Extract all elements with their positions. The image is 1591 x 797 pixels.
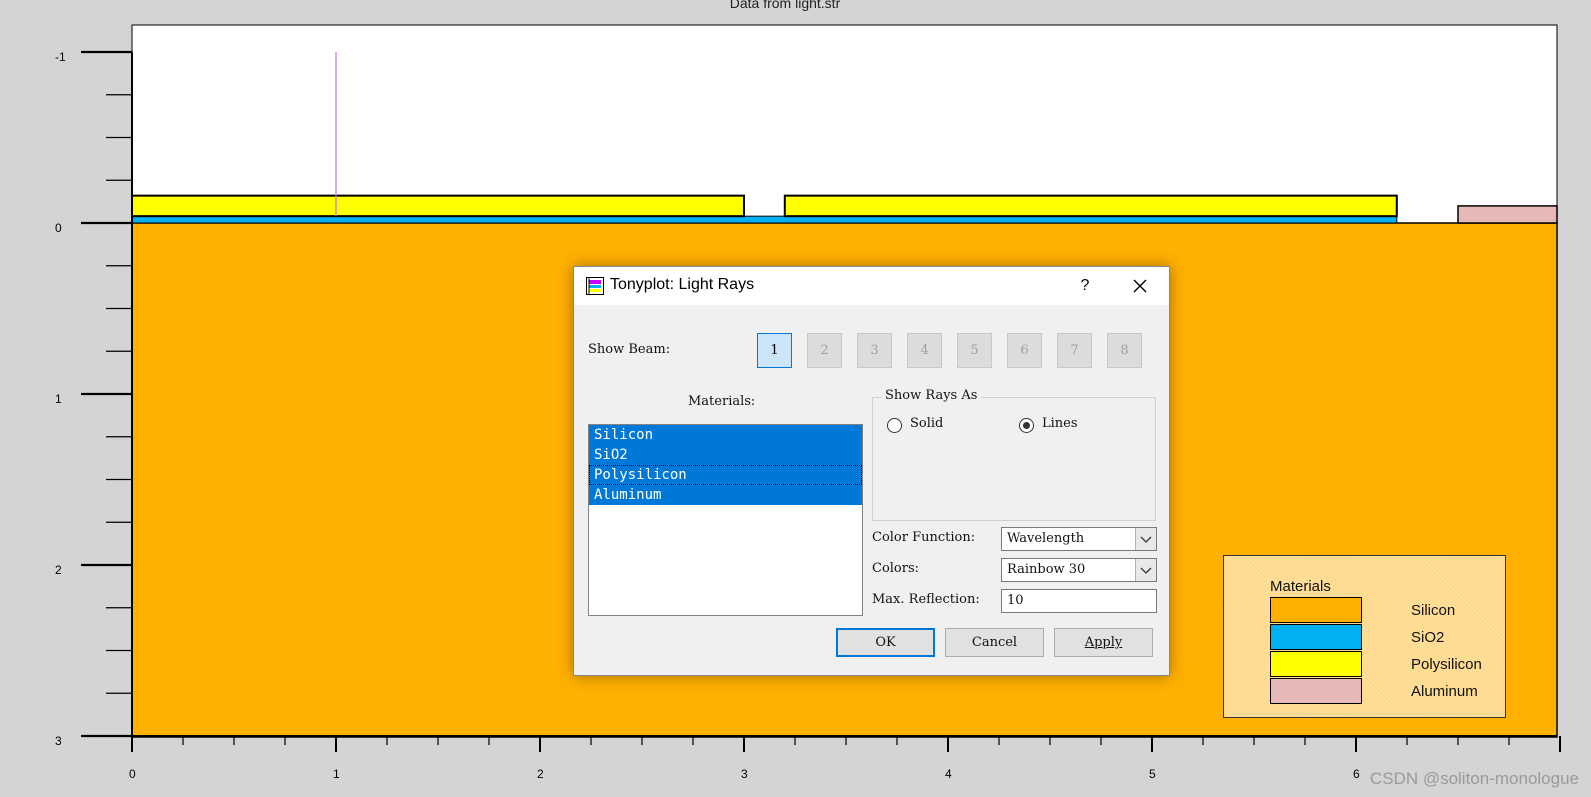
color-function-label: Color Function:: [872, 530, 976, 545]
radio-lines-circle[interactable]: [1019, 418, 1034, 433]
chevron-down-icon[interactable]: [1135, 559, 1156, 581]
legend-label-silicon: Silicon: [1411, 602, 1456, 619]
legend-swatch-silicon: [1270, 597, 1362, 623]
material-item-sio2[interactable]: SiO2: [589, 445, 862, 465]
x-tick-label: 6: [1353, 767, 1360, 781]
legend-swatch-sio2: [1270, 624, 1362, 650]
sio2-region: [131, 215, 1398, 224]
radio-solid-label[interactable]: Solid: [910, 416, 943, 431]
x-tick-label: 5: [1149, 767, 1156, 781]
dialog-titlebar[interactable]: Tonyplot: Light Rays ?: [574, 267, 1169, 305]
dialog-title: Tonyplot: Light Rays: [610, 276, 755, 293]
x-tick-label: 3: [741, 767, 748, 781]
legend-label-polysilicon: Polysilicon: [1411, 656, 1482, 673]
legend-item-sio2: SiO2: [1270, 624, 1500, 652]
y-tick-label: 0: [55, 221, 62, 235]
radio-lines-label[interactable]: Lines: [1042, 416, 1078, 431]
legend-item-polysilicon: Polysilicon: [1270, 651, 1500, 679]
materials-legend: Materials Silicon SiO2 Polysilicon Alumi…: [1223, 555, 1506, 718]
legend-item-aluminum: Aluminum: [1270, 678, 1500, 706]
aluminum-region: [1457, 205, 1558, 224]
show-rays-as-group: Show Rays As Solid Lines: [872, 388, 1156, 521]
close-button[interactable]: [1122, 273, 1158, 299]
color-function-select[interactable]: Wavelength: [1001, 527, 1157, 551]
polysilicon-region-left: [131, 194, 745, 218]
beam-button-4[interactable]: 4: [907, 333, 942, 368]
show-beam-label: Show Beam:: [588, 342, 671, 357]
chevron-down-icon[interactable]: [1135, 528, 1156, 550]
radio-selected-dot: [1023, 422, 1030, 429]
cancel-button[interactable]: Cancel: [945, 628, 1044, 657]
legend-label-aluminum: Aluminum: [1411, 683, 1478, 700]
tonyplot-app-icon: [586, 277, 604, 295]
materials-listbox[interactable]: Silicon SiO2 Polysilicon Aluminum: [588, 424, 863, 616]
radio-solid-circle[interactable]: [887, 418, 902, 433]
colors-label: Colors:: [872, 561, 920, 576]
legend-item-silicon: Silicon: [1270, 597, 1500, 625]
colors-value: Rainbow 30: [1007, 562, 1086, 577]
material-item-silicon[interactable]: Silicon: [589, 425, 862, 445]
max-reflection-label: Max. Reflection:: [872, 592, 980, 607]
beam-button-1[interactable]: 1: [757, 333, 792, 368]
show-rays-as-title: Show Rays As: [881, 388, 982, 403]
material-item-aluminum[interactable]: Aluminum: [589, 485, 862, 505]
legend-title: Materials: [1270, 578, 1331, 595]
polysilicon-region-right: [783, 194, 1398, 218]
x-tick-label: 1: [333, 767, 340, 781]
apply-button[interactable]: Apply: [1054, 628, 1153, 657]
light-rays-dialog: Tonyplot: Light Rays ? Show Beam: 1 2 3 …: [573, 266, 1170, 676]
color-function-value: Wavelength: [1007, 531, 1085, 546]
y-tick-label: 2: [55, 563, 62, 577]
legend-swatch-aluminum: [1270, 678, 1362, 704]
beam-button-3[interactable]: 3: [857, 333, 892, 368]
close-icon: [1133, 279, 1147, 293]
ok-button[interactable]: OK: [836, 628, 935, 657]
y-tick-label: -1: [55, 50, 66, 64]
beam-button-7[interactable]: 7: [1057, 333, 1092, 368]
x-tick-label: 2: [537, 767, 544, 781]
help-button[interactable]: ?: [1072, 273, 1098, 299]
beam-button-5[interactable]: 5: [957, 333, 992, 368]
material-item-polysilicon[interactable]: Polysilicon: [589, 465, 862, 485]
beam-button-6[interactable]: 6: [1007, 333, 1042, 368]
legend-label-sio2: SiO2: [1411, 629, 1445, 646]
x-tick-label: 0: [129, 767, 136, 781]
y-tick-label: 3: [55, 734, 62, 748]
max-reflection-input[interactable]: 10: [1001, 589, 1157, 613]
beam-button-2[interactable]: 2: [807, 333, 842, 368]
legend-swatch-polysilicon: [1270, 651, 1362, 677]
beam-button-8[interactable]: 8: [1107, 333, 1142, 368]
y-tick-label: 1: [55, 392, 62, 406]
colors-select[interactable]: Rainbow 30: [1001, 558, 1157, 582]
watermark: CSDN @soliton-monologue: [1369, 769, 1579, 788]
x-tick-label: 4: [945, 767, 952, 781]
materials-label: Materials:: [688, 394, 756, 409]
